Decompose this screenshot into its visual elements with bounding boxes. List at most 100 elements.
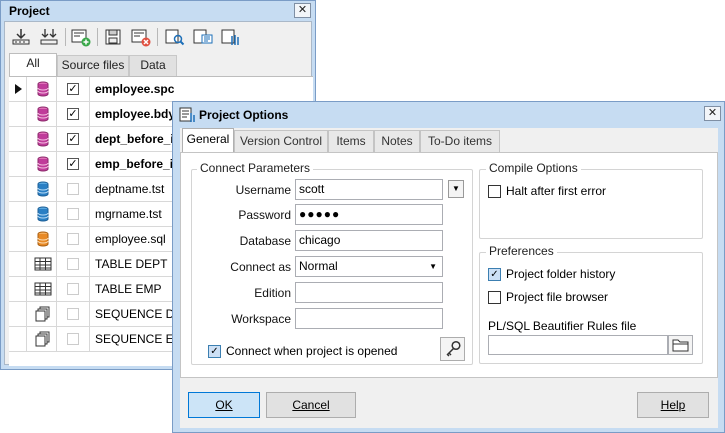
connect-as-select[interactable]: Normal ▼ (295, 256, 443, 277)
current-row-icon (15, 84, 22, 94)
workspace-label: Workspace (231, 312, 291, 326)
connect-on-open-checkbox[interactable]: ✓ (208, 345, 221, 358)
row-checkbox[interactable] (67, 333, 79, 345)
row-checkbox[interactable] (67, 308, 79, 320)
row-indicator (9, 227, 27, 251)
tab-version-control[interactable]: Version Control (234, 130, 328, 152)
import-all-icon[interactable] (37, 26, 61, 48)
row-indicator (9, 177, 27, 201)
database-field[interactable]: chicago (295, 230, 443, 251)
halt-checkbox[interactable] (488, 185, 501, 198)
import-icon[interactable] (9, 26, 33, 48)
row-checkbox-cell (58, 252, 90, 276)
options-icon[interactable] (219, 26, 243, 48)
row-checkbox[interactable]: ✓ (67, 133, 79, 145)
edition-field[interactable] (295, 282, 443, 303)
sequence-icon (29, 302, 57, 326)
help-button[interactable]: Help (637, 392, 709, 418)
ok-label: OK (215, 398, 233, 412)
file-browser-checkbox[interactable] (488, 291, 501, 304)
row-indicator (9, 327, 27, 351)
project-titlebar[interactable]: Project ✕ (3, 2, 313, 20)
row-checkbox-cell: ✓ (58, 127, 90, 151)
find-icon[interactable] (163, 26, 187, 48)
row-checkbox-cell: ✓ (58, 77, 90, 101)
row-checkbox[interactable]: ✓ (67, 158, 79, 170)
item-name: employee.spc (95, 82, 175, 96)
row-indicator (9, 302, 27, 326)
item-name: employee.bdy (95, 107, 176, 121)
project-title: Project (9, 4, 50, 18)
table-icon (29, 277, 57, 301)
folder-history-checkbox[interactable]: ✓ (488, 268, 501, 281)
row-indicator (9, 77, 27, 101)
test-script-icon (29, 202, 57, 226)
tab-source-files[interactable]: Source files (57, 55, 129, 76)
add-item-icon[interactable] (69, 26, 93, 48)
row-checkbox-cell (58, 302, 90, 326)
row-checkbox[interactable] (67, 183, 79, 195)
tab-items[interactable]: Items (328, 130, 374, 152)
username-field[interactable]: scott (295, 179, 443, 200)
row-checkbox-cell (58, 227, 90, 251)
connect-as-label: Connect as (230, 260, 291, 274)
remove-item-icon[interactable] (129, 26, 153, 48)
row-indicator (9, 127, 27, 151)
row-checkbox-cell: ✓ (58, 152, 90, 176)
ok-button[interactable]: OK (188, 392, 260, 418)
folder-icon (672, 339, 689, 352)
row-checkbox-cell (58, 277, 90, 301)
save-icon[interactable] (101, 26, 125, 48)
row-indicator (9, 102, 27, 126)
preferences-legend: Preferences (486, 244, 557, 258)
row-indicator (9, 277, 27, 301)
row-checkbox[interactable]: ✓ (67, 83, 79, 95)
notes-icon[interactable] (191, 26, 215, 48)
tab-data[interactable]: Data (129, 55, 177, 76)
browse-button[interactable] (668, 335, 693, 355)
row-checkbox[interactable] (67, 208, 79, 220)
tab-all[interactable]: All (9, 53, 57, 76)
compile-options-group (479, 169, 703, 239)
compile-options-legend: Compile Options (486, 161, 581, 175)
username-history-button[interactable]: ▼ (448, 180, 464, 198)
item-name: TABLE DEPT (95, 257, 168, 271)
tab-notes[interactable]: Notes (374, 130, 420, 152)
row-checkbox[interactable]: ✓ (67, 108, 79, 120)
item-name: employee.sql (95, 232, 166, 246)
item-name: deptname.tst (95, 182, 165, 196)
close-icon[interactable]: ✕ (294, 3, 311, 18)
key-button[interactable] (440, 337, 465, 361)
row-indicator (9, 152, 27, 176)
project-options-dialog: Project Options ✕ General Version Contro… (172, 101, 725, 433)
database-label: Database (239, 234, 291, 248)
row-checkbox[interactable] (67, 283, 79, 295)
dialog-content: General Version Control Items Notes To-D… (180, 128, 718, 428)
tab-general[interactable]: General (182, 128, 234, 153)
row-checkbox[interactable] (67, 233, 79, 245)
row-checkbox-cell (58, 327, 90, 351)
cancel-button[interactable]: Cancel (266, 392, 356, 418)
dialog-titlebar[interactable]: Project Options ✕ (173, 102, 724, 128)
halt-label: Halt after first error (506, 184, 607, 198)
list-item[interactable]: ✓ employee.spc (9, 77, 313, 102)
password-field[interactable]: ●●●●● (295, 204, 443, 225)
key-icon (445, 340, 461, 357)
edition-label: Edition (254, 286, 291, 300)
password-label: Password (238, 208, 291, 222)
package-body-icon (29, 102, 57, 126)
table-icon (29, 252, 57, 276)
connect-on-open-label: Connect when project is opened (226, 344, 398, 358)
beautifier-file-field[interactable] (488, 335, 668, 355)
row-checkbox[interactable] (67, 258, 79, 270)
item-name: emp_before_in (95, 157, 181, 171)
item-name: TABLE EMP (95, 282, 162, 296)
row-indicator (9, 252, 27, 276)
close-icon[interactable]: ✕ (704, 106, 721, 121)
workspace-field[interactable] (295, 308, 443, 329)
file-browser-label: Project file browser (506, 290, 609, 304)
connect-as-value: Normal (299, 259, 338, 273)
tab-todo-items[interactable]: To-Do items (420, 130, 500, 152)
username-label: Username (235, 183, 291, 197)
item-name: dept_before_in (95, 132, 182, 146)
